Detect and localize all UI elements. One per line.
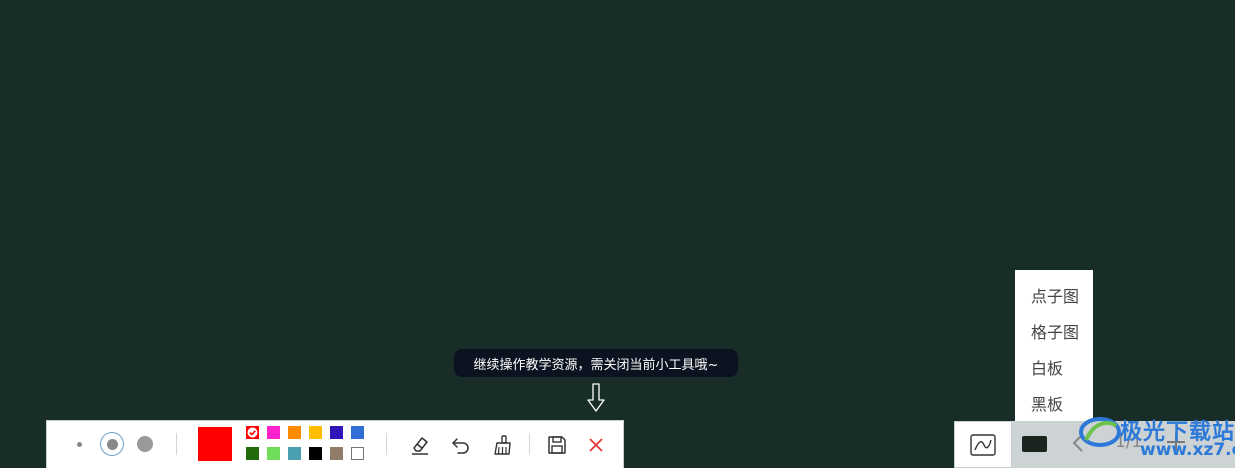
- color-swatch-yellow[interactable]: [309, 426, 322, 439]
- board-background-button[interactable]: [1022, 436, 1047, 452]
- color-swatch-orange[interactable]: [288, 426, 301, 439]
- clear-brush-icon: [494, 435, 511, 455]
- pen-size-large-dot: [137, 436, 153, 452]
- pen-size-medium-ring: [100, 432, 124, 456]
- tooltip: 继续操作教学资源，需关闭当前小工具哦~: [454, 349, 738, 377]
- eraser-button[interactable]: [407, 432, 433, 458]
- check-icon: [247, 427, 258, 438]
- close-icon: [589, 438, 603, 452]
- undo-icon: [452, 438, 469, 454]
- pen-size-medium-dot: [106, 438, 118, 450]
- color-swatch-white[interactable]: [351, 447, 364, 460]
- color-swatch-light-green[interactable]: [267, 447, 280, 460]
- color-swatch-dark-green[interactable]: [246, 447, 259, 460]
- separator: [386, 433, 387, 455]
- save-icon: [548, 436, 566, 454]
- current-color-swatch[interactable]: [198, 427, 232, 461]
- color-swatch-black[interactable]: [309, 447, 322, 460]
- arrow-cursor-icon: [587, 383, 605, 412]
- color-swatch-blue[interactable]: [351, 426, 364, 439]
- watermark-url: www.xz7.com: [1140, 440, 1235, 460]
- function-graph-button[interactable]: [954, 421, 1012, 468]
- color-swatch-teal[interactable]: [288, 447, 301, 460]
- background-menu: 点子图 格子图 白板 黑板: [1015, 270, 1093, 427]
- menu-item-square-grid[interactable]: 格子图: [1015, 318, 1093, 354]
- separator: [529, 433, 530, 455]
- save-button[interactable]: [544, 432, 570, 458]
- pen-size-small-dot: [76, 441, 82, 447]
- eraser-icon: [412, 437, 428, 455]
- color-swatch-brown[interactable]: [330, 447, 343, 460]
- clear-button[interactable]: [489, 432, 515, 458]
- color-swatch-pink[interactable]: [267, 426, 280, 439]
- function-graph-icon: [970, 433, 996, 456]
- pen-size-small[interactable]: [69, 434, 89, 454]
- pen-size-large[interactable]: [135, 434, 155, 454]
- drawing-toolbar: [46, 420, 624, 468]
- separator: [176, 433, 177, 455]
- pen-size-medium[interactable]: [99, 431, 125, 457]
- close-button[interactable]: [583, 432, 609, 458]
- menu-item-dot-grid[interactable]: 点子图: [1015, 282, 1093, 318]
- watermark-logo: [1079, 417, 1121, 447]
- tooltip-text: 继续操作教学资源，需关闭当前小工具哦~: [473, 357, 719, 373]
- menu-item-whiteboard[interactable]: 白板: [1015, 354, 1093, 390]
- color-swatch-red[interactable]: [246, 426, 259, 439]
- undo-button[interactable]: [448, 432, 474, 458]
- color-swatch-purple[interactable]: [330, 426, 343, 439]
